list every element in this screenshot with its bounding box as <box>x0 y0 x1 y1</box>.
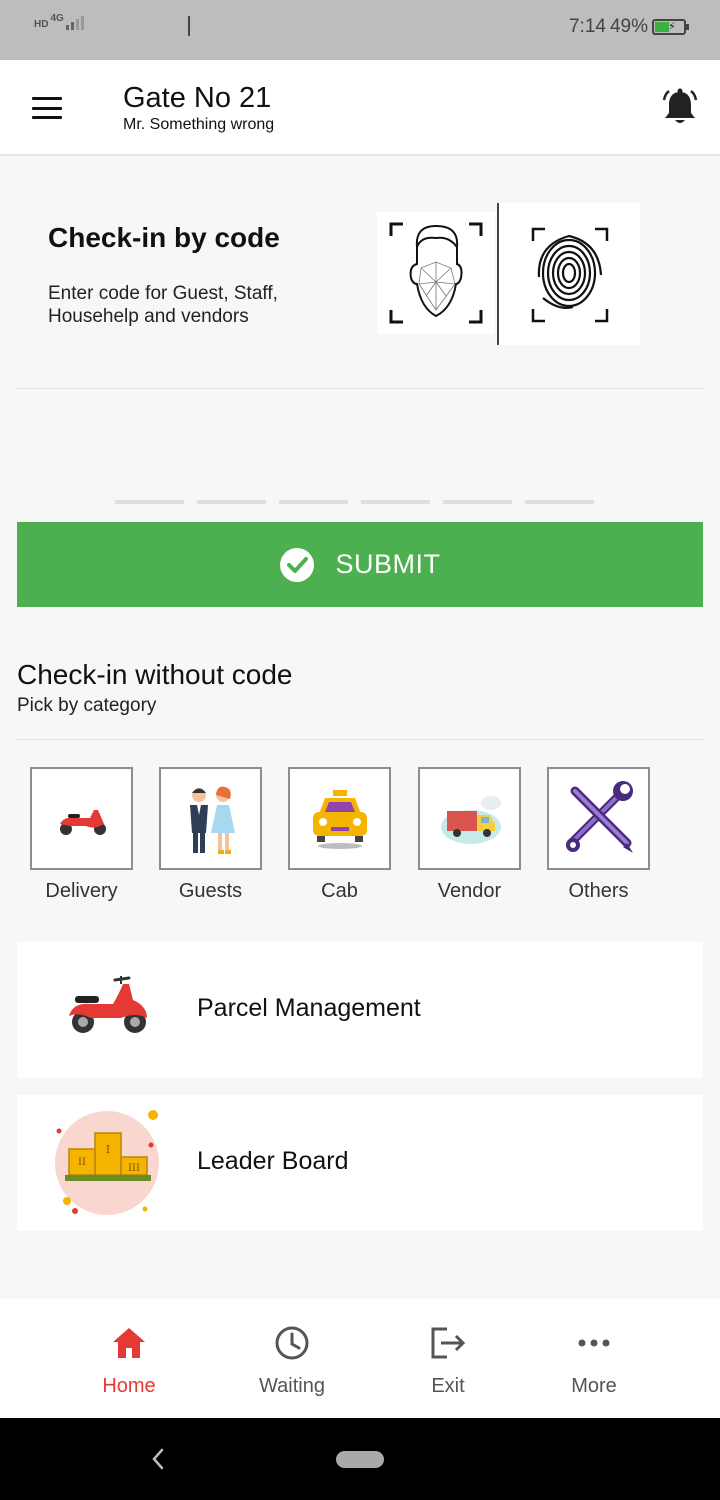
scooter-icon <box>69 976 147 1033</box>
nav-more[interactable]: More <box>534 1323 654 1398</box>
truck-icon <box>440 795 501 844</box>
category-label: Others <box>568 880 629 902</box>
nav-waiting[interactable]: Waiting <box>232 1323 352 1398</box>
signal-icon <box>65 14 84 30</box>
more-icon <box>578 1339 610 1347</box>
page-title: Gate No 21 <box>123 82 272 114</box>
alarm-bell-icon[interactable] <box>662 88 698 126</box>
app-bar: Gate No 21 Mr. Something wrong <box>0 60 720 156</box>
nav-label: More <box>571 1375 617 1397</box>
system-navigation-bar <box>0 1418 720 1500</box>
leader-board-card[interactable]: I II III Leader Board <box>17 1095 703 1231</box>
code-digit-2[interactable] <box>197 500 266 504</box>
face-scan-button[interactable] <box>377 212 495 334</box>
section-divider <box>17 739 703 740</box>
status-bar: HD 4G 7:14 49% ⚡ <box>0 0 720 60</box>
scooter-icon <box>45 783 118 854</box>
nav-label: Waiting <box>259 1375 325 1397</box>
tools-icon <box>565 780 633 853</box>
page-subtitle: Mr. Something wrong <box>123 116 275 133</box>
code-checkin-title: Check-in by code <box>48 222 280 253</box>
fingerprint-icon <box>531 227 609 323</box>
section-divider <box>17 388 703 389</box>
couple-icon <box>189 786 235 854</box>
bottom-navigation: Home Waiting Exit More <box>0 1299 720 1418</box>
nav-label: Exit <box>431 1375 465 1397</box>
code-input[interactable] <box>115 500 594 504</box>
hd-indicator: HD <box>34 19 49 30</box>
code-digit-5[interactable] <box>443 500 512 504</box>
category-delivery[interactable]: Delivery <box>30 767 133 903</box>
without-code-title: Check-in without code <box>17 659 293 690</box>
code-checkin-description: Enter code for Guest, Staff, Househelp a… <box>48 283 278 327</box>
network-type: 4G <box>50 13 64 24</box>
category-label: Guests <box>178 880 243 902</box>
back-icon[interactable] <box>148 1446 168 1472</box>
category-vendor[interactable]: Vendor <box>418 767 521 903</box>
submit-button[interactable]: SUBMIT <box>17 522 703 607</box>
code-digit-1[interactable] <box>115 500 184 504</box>
category-label: Vendor <box>437 880 502 902</box>
home-pill[interactable] <box>336 1451 384 1468</box>
clock-text: 7:14 <box>568 16 606 37</box>
category-others[interactable]: Others <box>547 767 650 903</box>
fingerprint-scan-button[interactable] <box>497 203 640 345</box>
parcel-management-card[interactable]: Parcel Management <box>17 942 703 1078</box>
svg-text:II: II <box>78 1157 86 1168</box>
taxi-icon <box>312 789 367 849</box>
battery-icon: ⚡ <box>652 19 689 35</box>
card-label: Leader Board <box>197 1147 349 1175</box>
category-cab[interactable]: Cab <box>288 767 391 903</box>
code-digit-4[interactable] <box>361 500 430 504</box>
network-indicator: HD 4G <box>34 13 84 30</box>
card-label: Parcel Management <box>197 994 421 1022</box>
home-icon <box>113 1328 145 1358</box>
category-label: Cab <box>321 880 358 902</box>
code-digit-6[interactable] <box>525 500 594 504</box>
code-digit-3[interactable] <box>279 500 348 504</box>
status-right: 7:14 49% ⚡ <box>568 16 689 38</box>
exit-icon <box>431 1327 466 1359</box>
category-label: Delivery <box>45 880 118 902</box>
category-guests[interactable]: Guests <box>159 767 262 903</box>
face-scan-icon <box>389 222 483 324</box>
nav-label: Home <box>102 1375 156 1397</box>
submit-label: SUBMIT <box>335 549 441 579</box>
nav-home[interactable]: Home <box>69 1323 189 1398</box>
clock-icon <box>275 1326 309 1360</box>
without-code-subtitle: Pick by category <box>17 695 157 716</box>
svg-text:I: I <box>106 1143 110 1156</box>
battery-text: 49% <box>609 16 648 37</box>
menu-icon[interactable] <box>32 97 62 119</box>
check-circle-icon <box>280 547 315 582</box>
status-divider <box>188 16 190 36</box>
nav-exit[interactable]: Exit <box>388 1323 508 1398</box>
podium-icon: I II III <box>55 1110 159 1215</box>
svg-text:III: III <box>128 1163 140 1174</box>
